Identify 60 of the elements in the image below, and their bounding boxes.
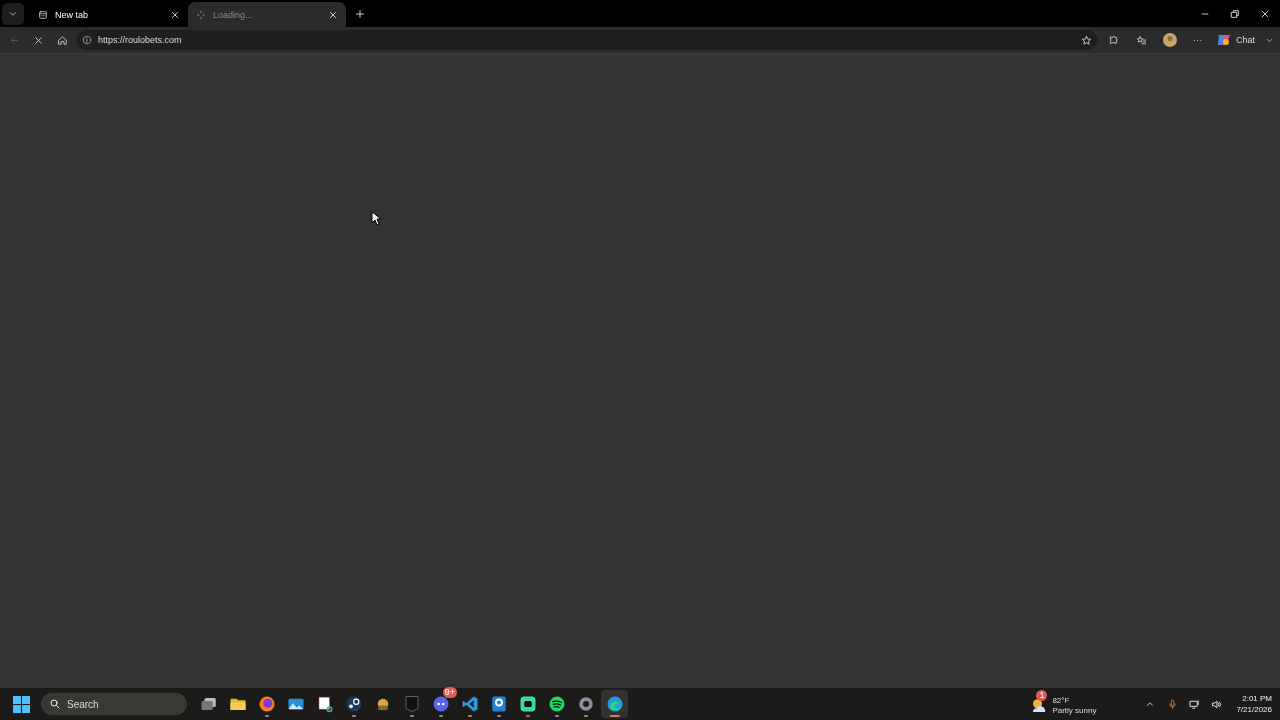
windows-logo-icon (13, 695, 30, 713)
chevron-up-icon (1145, 699, 1156, 709)
music-icon (547, 695, 566, 713)
gear-icon (576, 695, 595, 713)
code-icon (460, 695, 479, 713)
running-indicator (609, 715, 620, 717)
back-arrow-icon (8, 34, 20, 46)
loading-icon (196, 9, 206, 20)
clock[interactable]: 2:01 PM 7/21/2026 (1236, 693, 1272, 715)
page-icon (38, 9, 48, 20)
plus-icon (354, 8, 366, 20)
running-indicator (351, 715, 356, 717)
speaker-icon (1210, 698, 1222, 710)
temperature-text: 82°F (1052, 696, 1071, 706)
chevron-down-icon (8, 9, 18, 19)
running-indicator (467, 715, 472, 717)
close-icon (328, 9, 338, 20)
microphone-icon (1166, 698, 1178, 710)
monitor-icon (1188, 698, 1200, 710)
time-text: 2:01 PM (1242, 693, 1272, 704)
weather-condition: Partly sunny (1052, 706, 1097, 716)
game-icon (518, 695, 537, 713)
close-icon (32, 34, 44, 46)
browser-icon (257, 695, 276, 713)
taskbar-app[interactable] (601, 690, 628, 718)
running-indicator (438, 715, 443, 717)
star-list-icon (1136, 34, 1148, 46)
puzzle-icon (1108, 34, 1120, 46)
notification-badge: 1 (1036, 690, 1048, 701)
cursor-icon (371, 211, 381, 226)
tab-title: New tab (55, 9, 90, 20)
address-bar[interactable]: https://roulobets.com (76, 30, 1098, 50)
running-indicator (525, 715, 530, 717)
weather-widget[interactable]: 1 82°F Partly sunny (1030, 690, 1097, 718)
info-icon (82, 35, 92, 45)
running-indicator (554, 715, 559, 717)
running-indicator (496, 715, 501, 717)
search-icon (49, 698, 61, 710)
shield-icon (402, 695, 421, 713)
running-indicator (409, 715, 414, 717)
tab-title: Loading... (213, 9, 254, 20)
browser-tab[interactable]: New tab (30, 2, 188, 27)
square-icon (489, 695, 508, 713)
snipping-icon (315, 695, 334, 713)
close-icon (170, 9, 180, 20)
notification-badge: 9+ (442, 687, 457, 698)
avatar-icon (1163, 33, 1177, 47)
star-icon (1081, 34, 1092, 46)
search-field[interactable]: Search (41, 693, 187, 715)
windows-icon (199, 695, 218, 713)
taskbar-app[interactable]: 9+ (427, 690, 454, 718)
browser-tab[interactable]: Loading... (188, 2, 346, 27)
running-indicator (583, 715, 588, 717)
url-text: https://roulobets.com (98, 35, 182, 45)
date-text: 7/21/2026 (1236, 704, 1272, 715)
close-icon (1260, 8, 1270, 19)
home-icon (56, 34, 68, 46)
chat-button[interactable]: Chat (1214, 33, 1258, 47)
running-indicator (264, 715, 269, 717)
restore-icon (1230, 8, 1240, 19)
